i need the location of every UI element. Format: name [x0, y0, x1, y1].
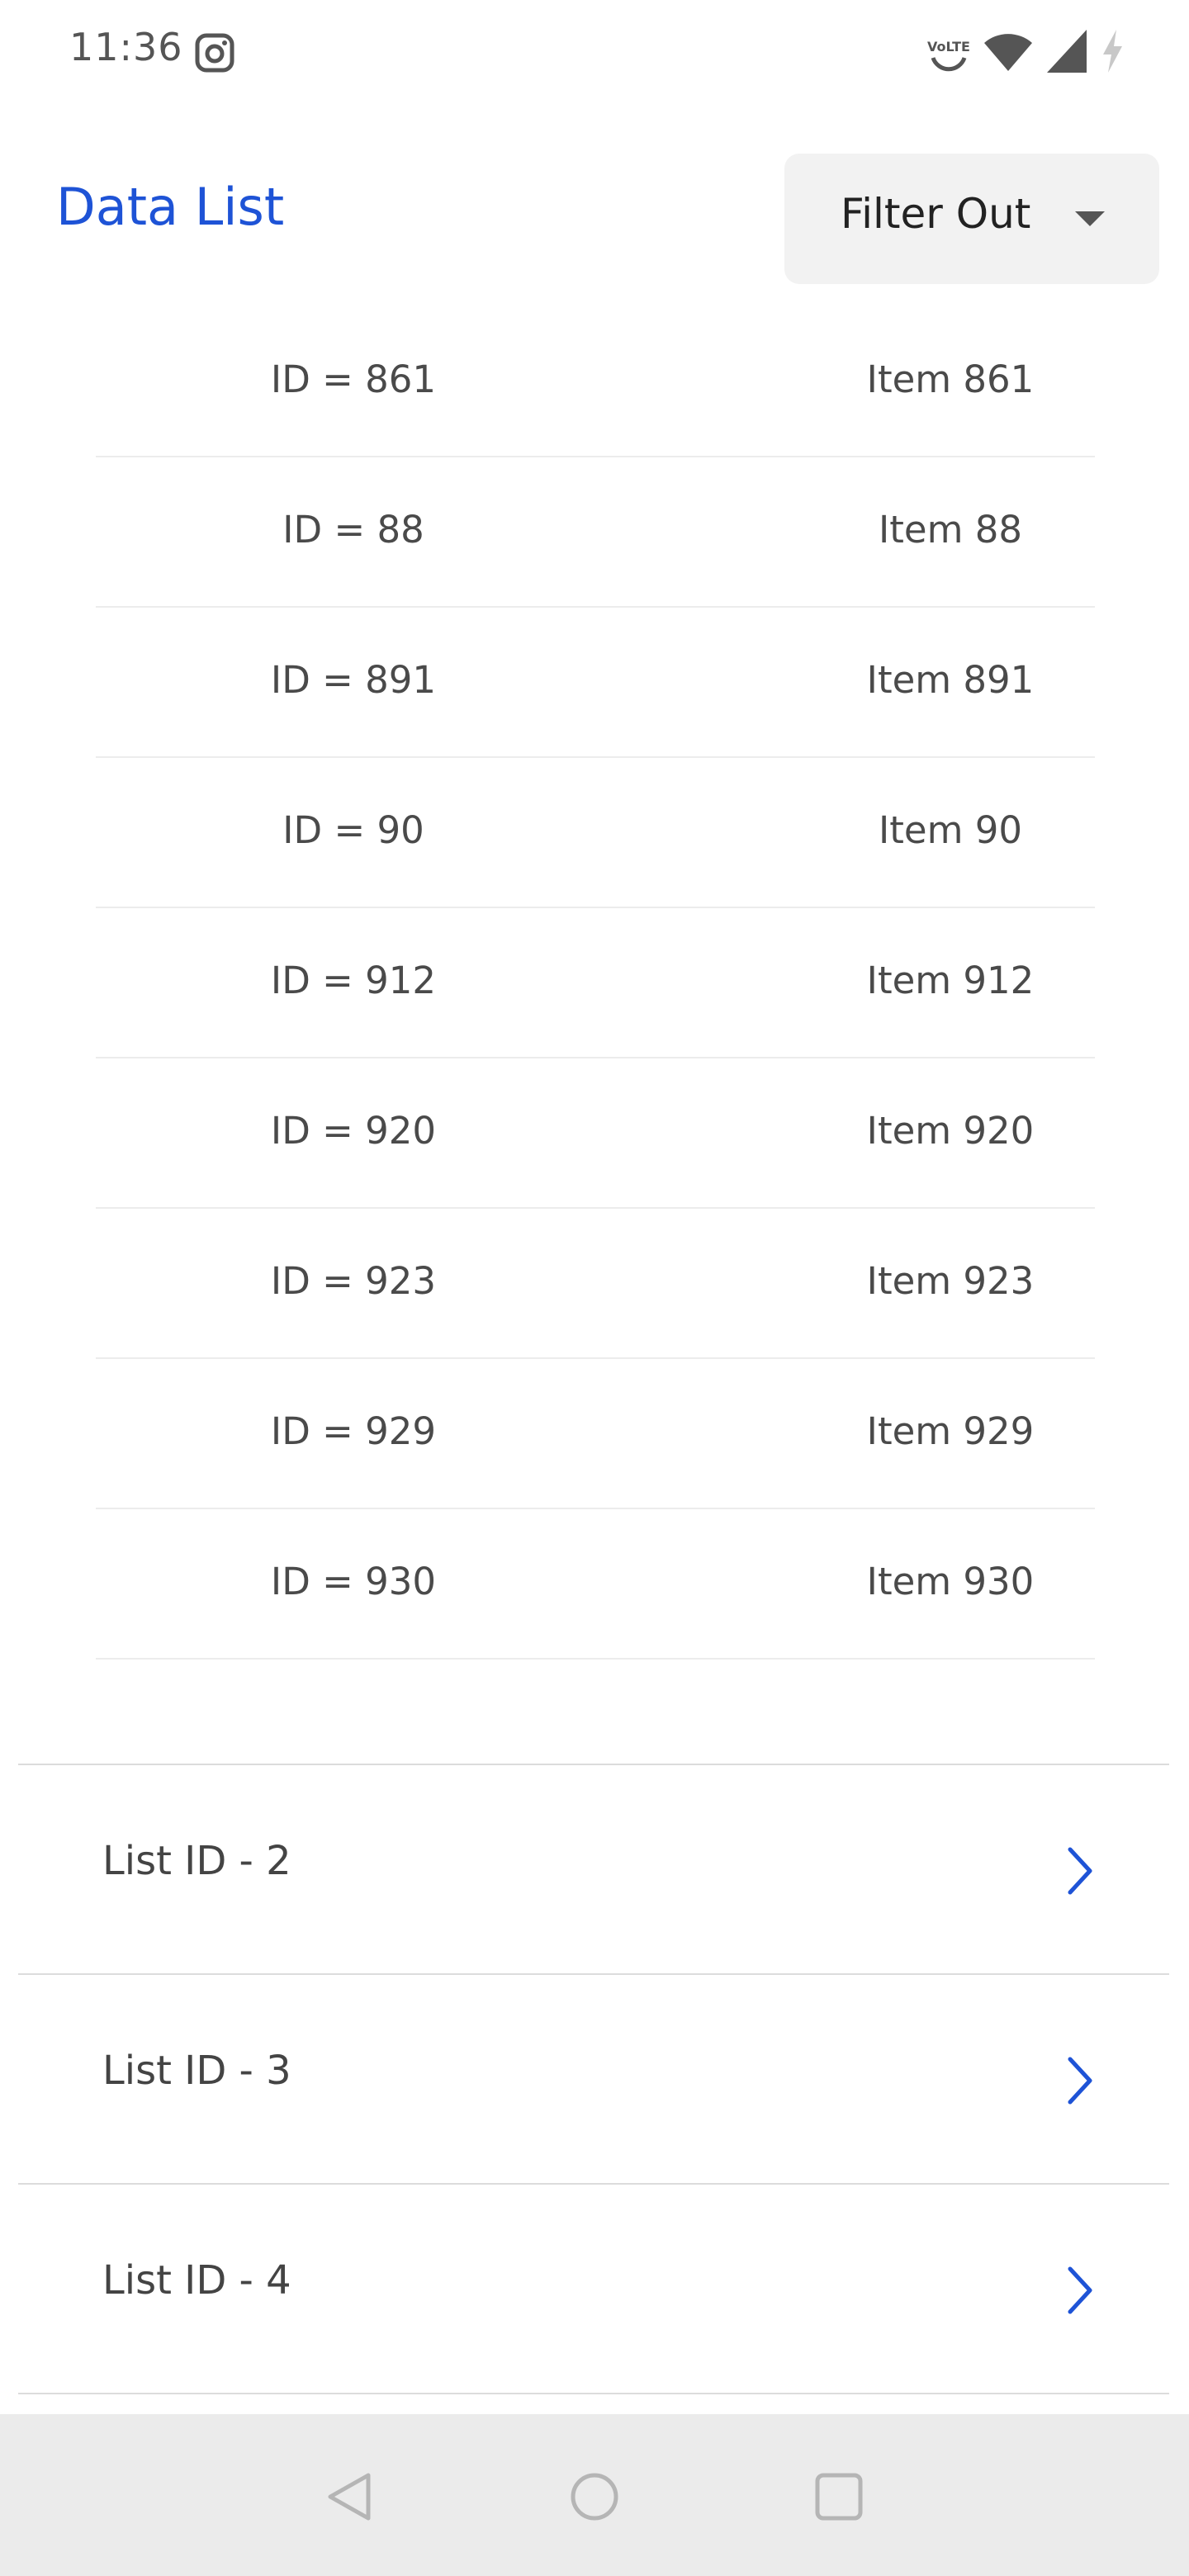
battery-charging-icon [1100, 28, 1125, 78]
caret-down-icon [1075, 211, 1105, 226]
recents-icon[interactable] [806, 2464, 872, 2530]
screen: 11:36 VoLTE Data List Filter Out ID = 86… [0, 0, 1189, 2576]
item-name: Item 88 [878, 508, 1022, 552]
page-title: Data List [56, 177, 285, 237]
item-name: Item 861 [866, 358, 1035, 401]
instagram-icon [193, 31, 236, 74]
volte-icon: VoLTE [926, 26, 971, 79]
list-group-item[interactable]: List ID - 2 [18, 1765, 1169, 1975]
signal-icon [1045, 28, 1088, 78]
navigation-bar [0, 2414, 1189, 2576]
filter-dropdown[interactable]: Filter Out [784, 154, 1159, 284]
table-row: ID = 88 Item 88 [96, 457, 1095, 608]
list-group-label: List ID - 4 [102, 2257, 291, 2304]
list-group-item[interactable]: List ID - 3 [18, 1975, 1169, 2185]
item-name: Item 891 [866, 658, 1035, 702]
items-table: ID = 861 Item 861 ID = 88 Item 88 ID = 8… [96, 307, 1095, 1660]
list-group-label: List ID - 2 [102, 1838, 291, 1884]
filter-label: Filter Out [841, 190, 1031, 238]
status-icons: VoLTE [926, 28, 1125, 78]
back-icon[interactable] [319, 2464, 385, 2530]
item-name: Item 929 [866, 1409, 1035, 1453]
table-row: ID = 930 Item 930 [96, 1509, 1095, 1660]
svg-text:VoLTE: VoLTE [927, 39, 970, 54]
item-name: Item 912 [866, 959, 1035, 1002]
chevron-right-icon [1054, 2261, 1103, 2320]
home-icon[interactable] [561, 2464, 628, 2530]
chevron-right-icon [1054, 1841, 1103, 1901]
table-row: ID = 929 Item 929 [96, 1359, 1095, 1509]
table-row: ID = 861 Item 861 [96, 307, 1095, 457]
table-row: ID = 912 Item 912 [96, 908, 1095, 1058]
item-name: Item 923 [866, 1259, 1035, 1303]
chevron-right-icon [1054, 2051, 1103, 2110]
table-row: ID = 891 Item 891 [96, 608, 1095, 758]
item-name: Item 930 [866, 1560, 1035, 1603]
wifi-icon [983, 28, 1034, 78]
list-groups: List ID - 2 List ID - 3 List ID - 4 [18, 1764, 1169, 2394]
table-row: ID = 923 Item 923 [96, 1209, 1095, 1359]
list-group-item[interactable]: List ID - 4 [18, 2185, 1169, 2394]
item-name: Item 90 [878, 808, 1022, 852]
list-group-label: List ID - 3 [102, 2048, 291, 2094]
status-time: 11:36 [69, 25, 183, 69]
status-bar: 11:36 VoLTE [0, 0, 1189, 106]
item-name: Item 920 [866, 1109, 1035, 1153]
table-row: ID = 90 Item 90 [96, 758, 1095, 908]
table-row: ID = 920 Item 920 [96, 1058, 1095, 1209]
